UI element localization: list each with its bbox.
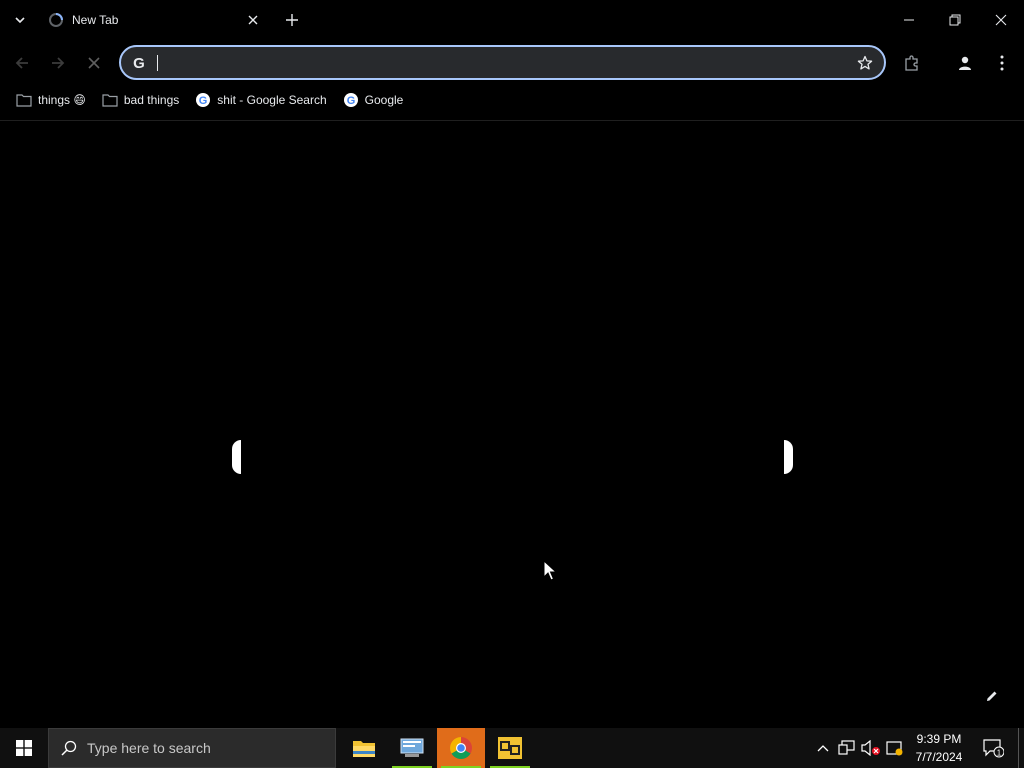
close-icon [995, 14, 1007, 26]
arrow-right-icon [52, 57, 65, 69]
svg-text:G: G [133, 55, 145, 72]
loading-spinner-icon [48, 12, 64, 28]
plus-icon [286, 14, 298, 26]
bookmark-label: shit - Google Search [217, 93, 327, 107]
bookmark-label: Google [364, 93, 404, 107]
taskbar-file-explorer[interactable] [340, 728, 388, 768]
clock-date: 7/7/2024 [915, 750, 963, 764]
notification-center-button[interactable]: 1 [978, 728, 1008, 768]
taskbar-chrome[interactable] [437, 728, 485, 768]
show-desktop-button[interactable] [1018, 728, 1019, 768]
minimize-icon [904, 19, 914, 21]
google-icon: G [343, 92, 359, 108]
arrow-left-icon [15, 57, 28, 69]
new-tab-button[interactable] [280, 9, 304, 31]
volume-tray-button[interactable] [860, 728, 882, 768]
network-icon [838, 740, 855, 755]
taskbar-control-panel[interactable] [388, 728, 436, 768]
minimize-button[interactable] [886, 0, 932, 40]
file-explorer-icon [353, 741, 375, 757]
text-caret [157, 55, 158, 71]
extensions-button[interactable] [900, 51, 924, 75]
star-icon [857, 55, 873, 70]
notification-count: 1 [997, 749, 1002, 758]
forward-button[interactable] [46, 51, 70, 75]
bookmark-star-button[interactable] [856, 54, 874, 72]
back-button[interactable] [10, 51, 34, 75]
bookmark-label: bad things [123, 93, 180, 107]
kebab-menu-icon [1000, 55, 1004, 71]
volume-muted-icon [861, 740, 880, 756]
tab-new-tab[interactable]: New Tab [40, 4, 270, 36]
address-bar[interactable]: G [119, 45, 886, 80]
chevron-up-icon [817, 745, 829, 752]
profile-button[interactable] [953, 51, 977, 75]
notification-icon: 1 [983, 739, 1004, 758]
start-button[interactable] [0, 728, 48, 768]
network-tray-button[interactable] [836, 728, 858, 768]
windows-logo-icon [16, 740, 32, 756]
taskbar-search[interactable]: Type here to search [48, 728, 336, 768]
window-controls [886, 0, 1024, 40]
bookmarks-bar: things 😄 bad things G shit - Google Sear… [0, 86, 1024, 114]
mouse-cursor-icon [543, 560, 557, 581]
bookmark-folder-things[interactable]: things 😄 [8, 88, 94, 112]
taskbar: Type here to search 9:39 PM 7/7/2024 1 [0, 728, 1024, 768]
show-hidden-icons-button[interactable] [814, 728, 832, 768]
person-icon [959, 56, 971, 70]
restore-button[interactable] [932, 0, 978, 40]
chrome-icon [450, 737, 472, 759]
loading-shape-right [784, 440, 793, 474]
system-clock[interactable]: 9:39 PM 7/7/2024 [908, 730, 970, 766]
clock-time: 9:39 PM [916, 732, 962, 746]
search-icon [61, 740, 77, 756]
svg-text:G: G [199, 95, 208, 107]
bookmark-google[interactable]: G Google [335, 88, 412, 112]
action-center-flag-icon [886, 741, 903, 756]
tab-title: New Tab [72, 13, 119, 27]
close-icon [88, 57, 100, 69]
taskbar-vmware[interactable] [486, 728, 534, 768]
loading-shape-left [232, 440, 241, 474]
folder-icon [16, 92, 32, 108]
bookmark-folder-bad-things[interactable]: bad things [94, 88, 187, 112]
page-content [0, 121, 1024, 728]
search-placeholder: Type here to search [87, 740, 211, 756]
vmware-icon [498, 737, 522, 759]
folder-icon [102, 92, 118, 108]
tab-close-button[interactable] [244, 11, 262, 29]
control-panel-icon [400, 738, 424, 757]
security-tray-button[interactable] [884, 728, 906, 768]
restore-icon [949, 14, 961, 26]
google-icon: G [195, 92, 211, 108]
customize-chrome-button[interactable] [982, 686, 1002, 706]
tab-search-button[interactable] [8, 9, 32, 31]
google-icon: G [129, 53, 149, 73]
close-window-button[interactable] [978, 0, 1024, 40]
close-icon [248, 15, 258, 25]
pencil-icon [987, 691, 997, 701]
address-input[interactable] [157, 51, 837, 75]
svg-text:G: G [346, 95, 355, 107]
stop-button[interactable] [82, 51, 106, 75]
tab-strip: New Tab [0, 0, 1024, 40]
chevron-down-icon [15, 17, 25, 24]
menu-button[interactable] [990, 51, 1014, 75]
bookmark-google-search[interactable]: G shit - Google Search [187, 88, 334, 112]
bookmark-label: things 😄 [38, 93, 86, 107]
puzzle-icon [905, 55, 918, 71]
